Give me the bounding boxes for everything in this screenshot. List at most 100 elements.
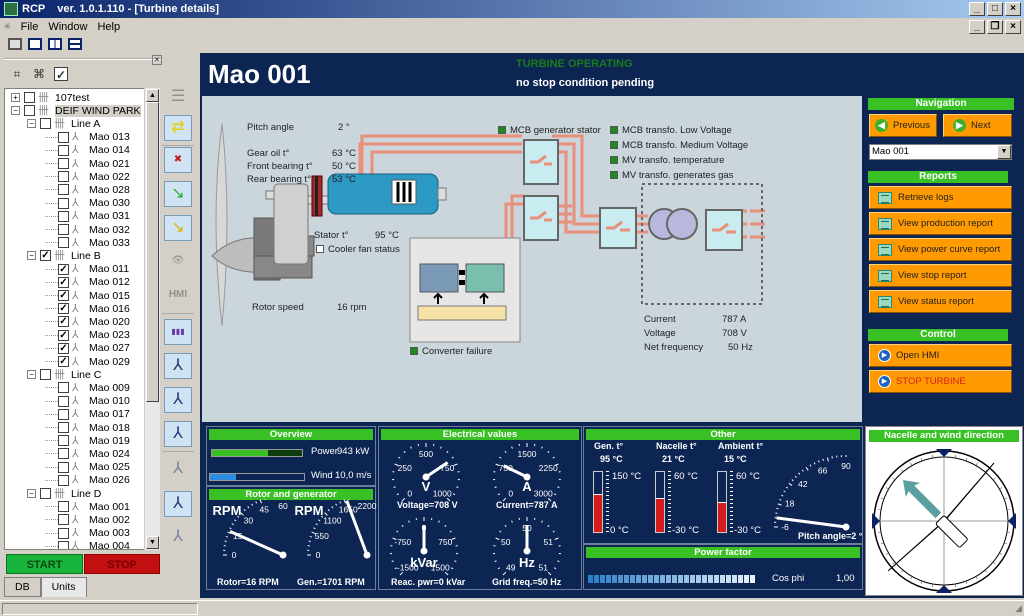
menu-file[interactable]: File [21, 21, 39, 33]
production-report-button[interactable]: View production report [869, 212, 1012, 235]
tab-units[interactable]: Units [40, 577, 87, 597]
tile-vertical-icon[interactable] [48, 38, 62, 50]
tree-item-turbine[interactable]: ✓ ⅄ Mao 023 [45, 329, 130, 342]
tree-checkbox[interactable] [58, 131, 69, 143]
tree-checkbox[interactable] [24, 105, 35, 117]
tree-checkbox[interactable]: ✓ [40, 250, 51, 262]
hmi-icon[interactable]: HMI [164, 283, 192, 309]
tree-item-turbine[interactable]: ⅄ Mao 009 [45, 381, 130, 394]
tree-item-turbine[interactable]: ⅄ Mao 025 [45, 461, 130, 474]
maximize-button[interactable]: □ [987, 2, 1003, 16]
tree-checkbox[interactable]: ✓ [58, 276, 69, 288]
tree-item-turbine[interactable]: ⅄ Mao 010 [45, 395, 130, 408]
import-yellow-icon[interactable]: ↘ [164, 215, 192, 241]
start-button[interactable]: START [6, 554, 83, 574]
tree-checkbox[interactable] [58, 408, 69, 420]
tree-item-turbine[interactable]: ✓ ⅄ Mao 029 [45, 355, 130, 368]
tree-item-turbine[interactable]: ⅄ Mao 022 [45, 170, 130, 183]
stop-button[interactable]: STOP [84, 554, 160, 574]
child-restore-button[interactable]: ❐ [987, 20, 1003, 34]
tree-item-turbine[interactable]: ⅄ Mao 031 [45, 210, 130, 223]
tree-item-line[interactable]: − 卌 Line C [27, 368, 101, 381]
tree-item-park[interactable]: + 卌 107test [11, 91, 89, 104]
layout-icon[interactable]: ☰ [164, 85, 192, 111]
open-hmi-button[interactable]: ▶ Open HMI [869, 344, 1012, 367]
turbine-add-green-icon[interactable]: ⅄ [164, 491, 192, 517]
stop-turbine-button[interactable]: ▶ STOP TURBINE [869, 370, 1012, 393]
tree-item-turbine[interactable]: ⅄ Mao 033 [45, 236, 130, 249]
import-green-icon[interactable]: ↘ [164, 181, 192, 207]
tree-item-turbine[interactable]: ⅄ Mao 019 [45, 434, 130, 447]
tree-checkbox[interactable] [58, 158, 69, 169]
collapse-icon[interactable]: − [11, 106, 20, 116]
tree-item-turbine[interactable]: ✓ ⅄ Mao 027 [45, 342, 130, 355]
resize-grip-icon[interactable]: ◢ [1015, 603, 1022, 614]
tree-checkbox[interactable] [58, 501, 69, 513]
tree-checkbox[interactable] [58, 461, 69, 473]
tree-checkbox[interactable] [40, 118, 51, 130]
tree-checkbox[interactable] [58, 514, 69, 526]
scroll-up-icon[interactable]: ▲ [146, 89, 159, 102]
panel-grip[interactable] [4, 58, 162, 66]
previous-button[interactable]: ◀ Previous [869, 114, 937, 137]
tree-checkbox[interactable] [40, 488, 51, 499]
tree-checkbox[interactable] [58, 448, 69, 460]
tree-item-turbine[interactable]: ⅄ Mao 028 [45, 183, 130, 196]
tree-item-turbine[interactable]: ⅄ Mao 018 [45, 421, 130, 434]
tab-db[interactable]: DB [4, 577, 41, 597]
dropdown-arrow-icon[interactable]: ▼ [997, 145, 1011, 159]
tree-item-turbine[interactable]: ⅄ Mao 013 [45, 131, 130, 144]
turbine-edit-icon[interactable]: ⅄ [164, 421, 192, 447]
minimize-button[interactable]: _ [969, 2, 985, 16]
remove-user-icon[interactable]: ✖ [164, 147, 192, 173]
collapse-icon[interactable]: − [27, 251, 36, 261]
turbine-status-icon[interactable]: ⅄ [164, 353, 192, 379]
tree-item-turbine[interactable]: ⅄ Mao 024 [45, 447, 130, 460]
collapse-all-icon[interactable]: ⌘ [32, 67, 46, 81]
scroll-thumb[interactable] [146, 102, 159, 402]
tree-checkbox[interactable] [58, 435, 69, 447]
tree-checkbox[interactable] [58, 527, 69, 539]
tree-checkbox[interactable]: ✓ [58, 356, 69, 367]
tree-checkbox[interactable] [58, 224, 69, 235]
collapse-icon[interactable]: − [27, 489, 36, 498]
tree-item-turbine[interactable]: ⅄ Mao 001 [45, 500, 130, 513]
tree-item-line[interactable]: − ✓ 卌 Line B [27, 249, 101, 262]
tree-checkbox[interactable] [58, 237, 69, 249]
tree-checkbox[interactable] [58, 144, 69, 156]
child-minimize-button[interactable]: _ [969, 20, 985, 34]
panel-close-icon[interactable]: × [152, 55, 162, 65]
tree-item-turbine[interactable]: ⅄ Mao 026 [45, 474, 130, 487]
status-report-button[interactable]: View status report [869, 290, 1012, 313]
tree-checkbox[interactable]: ✓ [58, 342, 69, 354]
tree-checkbox[interactable] [58, 171, 69, 183]
turbine-add-icon[interactable]: ⅄ [164, 387, 192, 413]
tree-checkbox[interactable] [58, 395, 69, 407]
tree-checkbox[interactable] [58, 197, 69, 209]
tile-horizontal-icon[interactable] [68, 38, 82, 50]
tree-scrollbar[interactable]: ▲ ▼ [144, 88, 160, 550]
cascade-icon[interactable] [28, 38, 42, 50]
tree-item-turbine[interactable]: ⅄ Mao 004 [45, 540, 130, 549]
tree-checkbox[interactable] [58, 422, 69, 433]
tree-item-turbine[interactable]: ⅄ Mao 003 [45, 527, 130, 540]
tree-item-turbine[interactable]: ✓ ⅄ Mao 012 [45, 276, 130, 289]
tree-item-turbine[interactable]: ✓ ⅄ Mao 016 [45, 302, 130, 315]
menu-help[interactable]: Help [97, 21, 120, 33]
tree-item-turbine[interactable]: ✓ ⅄ Mao 011 [45, 263, 129, 276]
scroll-down-icon[interactable]: ▼ [146, 536, 159, 549]
tree-checkbox[interactable] [58, 382, 69, 394]
tree-item-line[interactable]: − 卌 Line D [27, 487, 101, 500]
properties-icon[interactable] [8, 38, 22, 50]
collapse-icon[interactable]: − [27, 370, 36, 380]
retrieve-logs-button[interactable]: Retrieve logs [869, 186, 1012, 209]
tree-checkbox[interactable]: ✓ [58, 303, 69, 315]
tree-checkbox[interactable]: ✓ [58, 263, 69, 275]
tree-checkbox[interactable] [58, 474, 69, 486]
tree-checkbox[interactable] [24, 92, 35, 103]
unit-select[interactable]: Mao 001 ▼ [869, 144, 1012, 160]
expand-icon[interactable]: + [11, 93, 20, 102]
tree-item-turbine[interactable]: ⅄ Mao 014 [45, 144, 130, 157]
chart-icon[interactable]: ▮▮▮ [164, 319, 192, 345]
tree-item-turbine[interactable]: ⅄ Mao 017 [45, 408, 130, 421]
